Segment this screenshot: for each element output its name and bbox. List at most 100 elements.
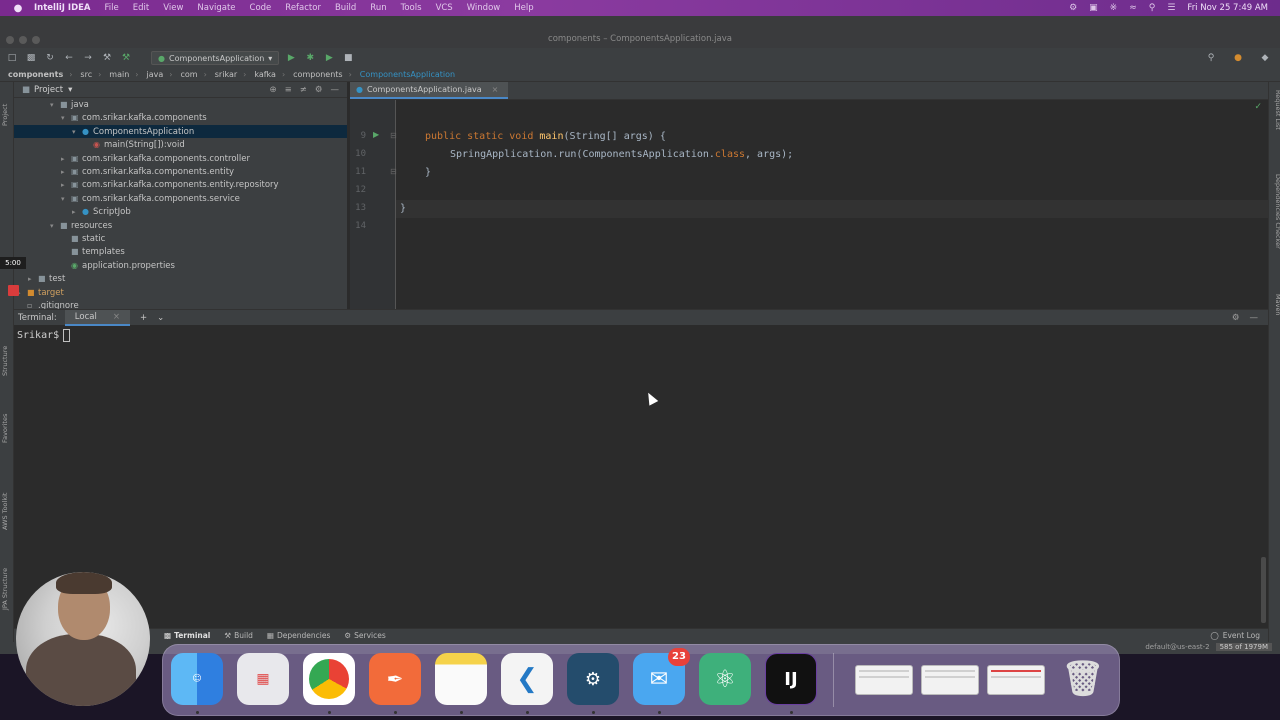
display-icon[interactable]: ▣: [1089, 3, 1098, 13]
run-icon[interactable]: ▶: [284, 51, 298, 65]
collapse-all-icon[interactable]: ≠: [300, 85, 307, 95]
run-configuration-select[interactable]: ● ComponentsApplication ▾: [151, 51, 280, 65]
chevron-down-icon[interactable]: ▾: [50, 220, 60, 233]
forward-icon[interactable]: →: [81, 51, 95, 65]
tool-tab-favorites[interactable]: Favorites: [1, 397, 13, 443]
tree-item[interactable]: ■ templates: [14, 245, 347, 258]
fold-icon[interactable]: ⊟: [390, 131, 397, 140]
debug-icon[interactable]: ✱: [303, 51, 317, 65]
locate-icon[interactable]: ⊕: [270, 85, 277, 95]
dock-finder-icon[interactable]: ☺: [171, 653, 223, 705]
gear-icon[interactable]: ⚙: [1232, 313, 1240, 323]
dock-launchpad-icon[interactable]: ▦: [237, 653, 289, 705]
close-icon[interactable]: ×: [492, 85, 499, 94]
terminal-tab-local[interactable]: Local ×: [64, 309, 130, 326]
chevron-right-icon[interactable]: [61, 233, 71, 246]
tool-tab-dependencies-checker[interactable]: Dependencies Checker: [1270, 174, 1280, 274]
chevron-right-icon[interactable]: ▸: [61, 153, 71, 166]
breadcrumb-item[interactable]: java: [147, 70, 164, 79]
tree-item[interactable]: ▾ ■ resources: [14, 219, 347, 233]
update-icon[interactable]: ●: [1231, 51, 1245, 65]
dock-notes-icon[interactable]: [435, 653, 487, 705]
run-gutter-icon[interactable]: ▶: [373, 130, 379, 139]
tree-item[interactable]: ◉ main(String[]):void: [14, 138, 347, 152]
menu-code[interactable]: Code: [250, 3, 272, 13]
open-folder-icon[interactable]: □: [5, 51, 19, 65]
memory-indicator[interactable]: 585 of 1979M: [1215, 643, 1272, 651]
bottom-tab-services[interactable]: ⚙ Services: [344, 631, 385, 640]
menu-app-name[interactable]: IntelliJ IDEA: [34, 3, 91, 13]
bottom-tab-build[interactable]: ⚒ Build: [224, 631, 253, 640]
menu-edit[interactable]: Edit: [133, 3, 149, 13]
tree-item[interactable]: ▸ ● ScriptJob: [14, 205, 347, 219]
menu-view[interactable]: View: [163, 3, 183, 13]
tree-item[interactable]: ▾ ■ java: [14, 98, 347, 112]
tree-item[interactable]: ■ static: [14, 232, 347, 246]
editor-tab[interactable]: ● ComponentsApplication.java ×: [350, 82, 509, 99]
menu-vcs[interactable]: VCS: [436, 3, 453, 13]
chevron-down-icon[interactable]: ▾: [68, 85, 72, 95]
bottom-tab-terminal[interactable]: ▩ Terminal: [164, 631, 210, 640]
menu-refactor[interactable]: Refactor: [285, 3, 321, 13]
dock-chrome-icon[interactable]: [303, 653, 355, 705]
terminal-prompt[interactable]: Srikar$: [17, 329, 71, 342]
menu-tools[interactable]: Tools: [401, 3, 422, 13]
terminal-scrollbar[interactable]: [1261, 557, 1266, 623]
breadcrumb-item[interactable]: components: [293, 70, 342, 79]
gear-icon[interactable]: ⚙: [1069, 3, 1077, 13]
tool-tab-project[interactable]: Project: [1, 88, 13, 126]
chevron-right-icon[interactable]: ▸: [72, 206, 82, 219]
tool-tab-maven[interactable]: Maven: [1270, 294, 1280, 328]
dock-mysql-workbench-icon[interactable]: ⚙: [567, 653, 619, 705]
menu-build[interactable]: Build: [335, 3, 356, 13]
dock-postman-icon[interactable]: ✒: [369, 653, 421, 705]
dock-window-thumbnail[interactable]: [921, 665, 979, 695]
dock-window-thumbnail[interactable]: [987, 665, 1045, 695]
wifi-icon[interactable]: ≈: [1129, 3, 1137, 13]
menu-run[interactable]: Run: [370, 3, 386, 13]
search-everywhere-icon[interactable]: ⚲: [1204, 51, 1218, 65]
tool-tab-aws-toolkit[interactable]: AWS Toolkit: [1, 470, 13, 530]
apple-icon[interactable]: ●: [12, 3, 24, 14]
breadcrumb-item[interactable]: com: [180, 70, 197, 79]
chevron-right-icon[interactable]: ▸: [61, 166, 71, 179]
tool-tab-structure[interactable]: Structure: [1, 330, 13, 376]
bottom-tab-dependencies[interactable]: ▦ Dependencies: [267, 631, 330, 640]
dock-window-thumbnail[interactable]: [855, 665, 913, 695]
chevron-down-icon[interactable]: ⌄: [157, 313, 164, 323]
hide-icon[interactable]: —: [1250, 313, 1259, 323]
aws-profile[interactable]: default@us-east-2: [1145, 643, 1209, 651]
gear-icon[interactable]: ⚙: [315, 85, 323, 95]
control-center-icon[interactable]: ☰: [1167, 3, 1175, 13]
chevron-down-icon[interactable]: ▾: [50, 99, 60, 112]
breadcrumb-item[interactable]: src: [80, 70, 92, 79]
tree-item[interactable]: ▸ ▣ com.srikar.kafka.components.entity: [14, 165, 347, 179]
menu-file[interactable]: File: [105, 3, 119, 13]
breadcrumb-item[interactable]: ComponentsApplication: [360, 70, 455, 79]
chevron-right-icon[interactable]: [83, 139, 93, 152]
tree-item[interactable]: ▾ ▣ com.srikar.kafka.components: [14, 111, 347, 125]
chevron-right-icon[interactable]: [17, 300, 27, 309]
tree-item[interactable]: ▾ ● ComponentsApplication: [14, 124, 347, 138]
tree-item[interactable]: ▸ ■ test: [14, 272, 347, 285]
tree-item[interactable]: ▫ .gitignore: [14, 299, 347, 309]
bluetooth-icon[interactable]: ※: [1110, 3, 1118, 13]
dock-atom-icon[interactable]: ⚛: [699, 653, 751, 705]
menubar-clock[interactable]: Fri Nov 25 7:49 AM: [1187, 3, 1268, 13]
tree-item[interactable]: ◉ application.properties: [14, 259, 347, 272]
breadcrumb-item[interactable]: kafka: [254, 70, 276, 79]
event-log-button[interactable]: ◯ Event Log: [1210, 631, 1268, 640]
stop-icon[interactable]: ■: [341, 51, 355, 65]
project-view-select[interactable]: Project: [34, 85, 63, 95]
hide-icon[interactable]: —: [331, 85, 340, 95]
fold-icon[interactable]: ⊟: [390, 167, 397, 176]
close-icon[interactable]: ×: [113, 312, 120, 322]
new-terminal-icon[interactable]: +: [140, 313, 147, 323]
sync-icon[interactable]: ↻: [43, 51, 57, 65]
ide-features-icon[interactable]: ◆: [1258, 51, 1272, 65]
build-icon[interactable]: ⚒: [100, 51, 114, 65]
tree-item[interactable]: ▾ ▣ com.srikar.kafka.components.service: [14, 192, 347, 206]
chevron-down-icon[interactable]: ▾: [61, 112, 71, 125]
coverage-icon[interactable]: ▶: [322, 51, 336, 65]
chevron-down-icon[interactable]: ▾: [61, 193, 71, 206]
